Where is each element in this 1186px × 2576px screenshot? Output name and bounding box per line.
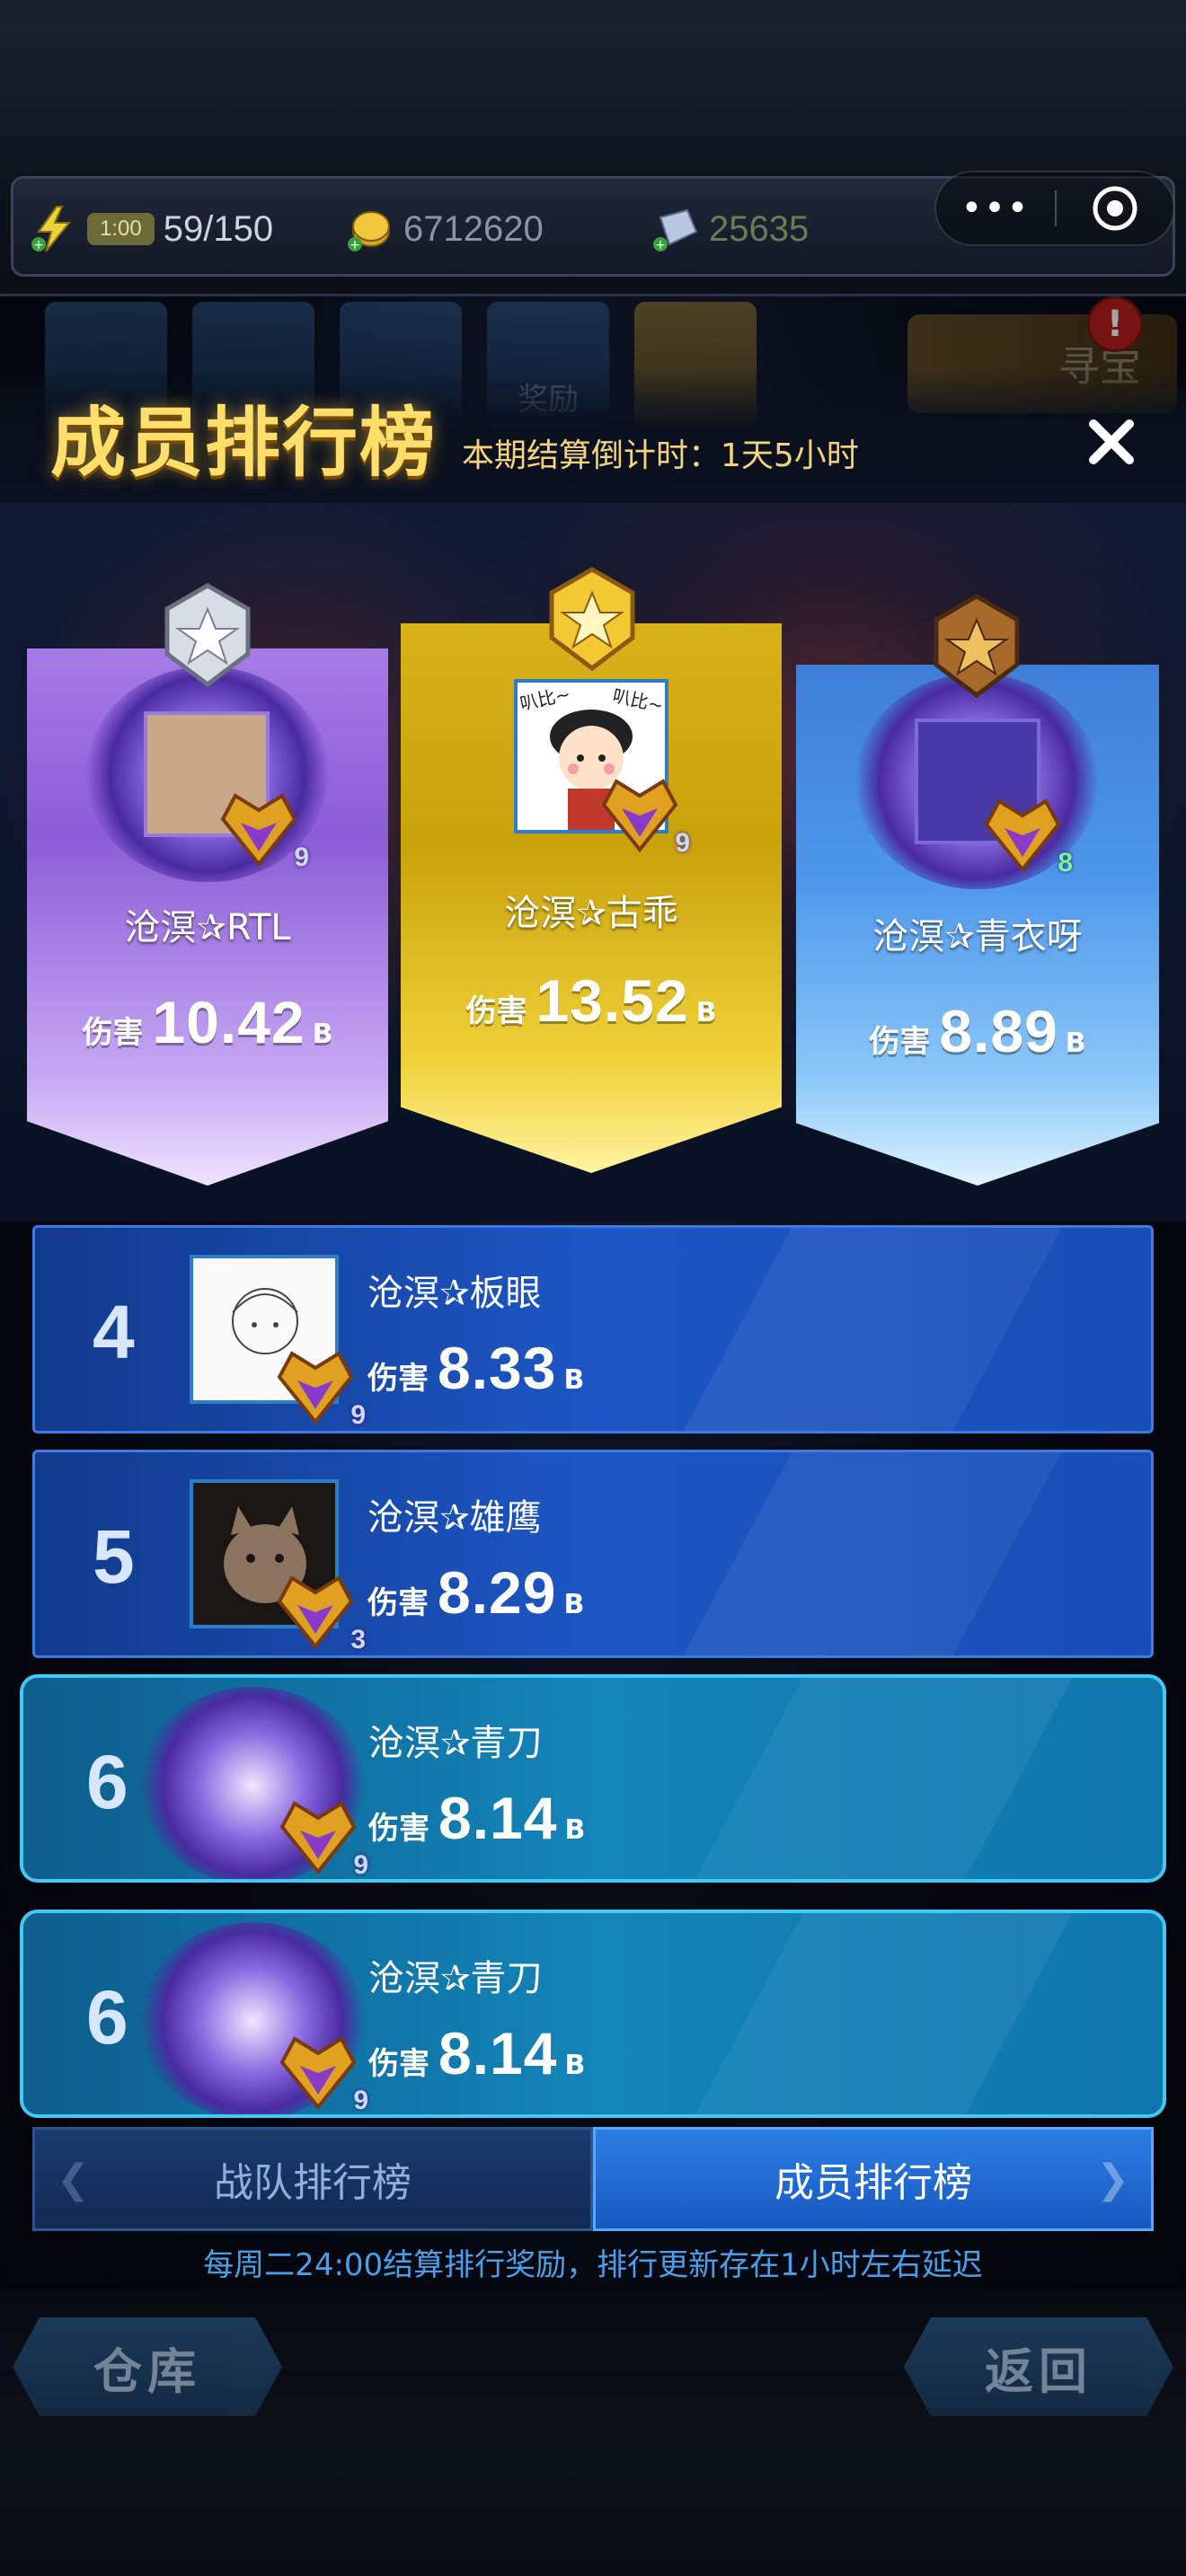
tab-team-ranking[interactable]: ❮ 战队排行榜 [32,2127,593,2231]
crystal-resource[interactable]: + 25635 [651,204,809,254]
damage-value: 伤害 13.52 B [401,966,782,1035]
row-highlight [683,1452,1062,1655]
damage-unit: B [563,1589,585,1620]
gold-coin-icon: + [348,211,390,252]
level-number: 9 [353,1850,368,1880]
svg-text:+: + [33,238,44,252]
gold-value: 6712620 [403,208,544,249]
chevron-left-icon: ❮ [57,2157,90,2202]
level-number: 3 [350,1625,366,1654]
player-name: 沧溟✰RTL [124,907,291,948]
player-name: 沧溟✰青刀 [368,1723,543,1764]
damage-label: 伤害 [869,1024,931,1060]
dialog-title: 成员排行榜 [50,399,438,487]
damage-unit: B [563,1364,585,1396]
energy-resource[interactable]: + 1:00 59/150 [30,204,273,254]
player-name: 沧溟✰青衣呀 [872,916,1083,957]
damage-value: 伤害 8.89 B [796,997,1159,1065]
tab-label: 成员排行榜 [774,2160,972,2206]
crystal-value: 25635 [709,208,810,249]
silver-crest-icon [164,583,251,688]
rank-number: 4 [93,1290,135,1374]
damage-number: 8.14 [438,2020,558,2086]
energy-value: 59/150 [163,208,274,249]
chevron-right-icon: ❯ [1096,2157,1129,2202]
gold-crest-icon [549,567,635,672]
settlement-countdown: 本期结算倒计时：1天5小时 [462,437,859,474]
level-number: 8 [1058,848,1073,878]
target-close-icon[interactable] [1057,185,1173,232]
damage-unit: B [564,1814,586,1846]
damage-number: 8.33 [438,1335,557,1401]
lightning-icon: + [31,206,72,252]
warehouse-button[interactable]: 仓库 [13,2317,282,2416]
ranking-row-4[interactable]: 4 9 沧溟✰板眼 伤害 8.33 B [32,1225,1154,1434]
crystal-icon: + [653,208,698,252]
damage-label: 伤害 [368,2046,429,2082]
level-number: 9 [675,828,690,858]
damage-number: 8.14 [438,1785,558,1851]
more-dots-icon[interactable]: ••• [936,188,1055,229]
damage-number: 10.42 [152,989,305,1055]
damage-number: 13.52 [535,967,689,1034]
damage-value: 伤害 8.33 B [367,1334,584,1402]
ranking-row-6[interactable]: 6 9 沧溟✰青刀 伤害 8.14 B [20,1674,1166,1883]
level-number: 9 [350,1400,366,1430]
player-name: 沧溟✰古乖 [504,893,678,934]
player-name: 沧溟✰板眼 [367,1273,542,1314]
svg-text:+: + [655,238,666,252]
bronze-crest-icon [934,594,1020,699]
player-name: 沧溟✰青刀 [368,1958,543,1999]
tab-label: 战队排行榜 [214,2160,412,2206]
row-highlight [695,1678,1073,1879]
svg-text:+: + [350,238,360,252]
damage-label: 伤害 [368,1811,429,1847]
damage-label: 伤害 [367,1361,429,1397]
back-button[interactable]: 返回 [904,2317,1173,2416]
row-highlight [683,1228,1062,1431]
gold-resource[interactable]: + 6712620 [346,204,544,254]
settlement-note: 每周二24:00结算排行奖励，排行更新存在1小时左右延迟 [203,2247,983,2283]
damage-unit: B [695,997,717,1028]
level-number: 9 [353,2086,368,2115]
ranking-row-self[interactable]: 6 9 沧溟✰青刀 伤害 8.14 B [20,1910,1166,2118]
rank-number: 5 [93,1514,135,1599]
podium-card-rank-1[interactable]: 叭比~ 叭比~ 9 沧溟✰古乖 伤害 13.52 B [401,623,782,1173]
damage-value: 伤害 10.42 B [27,988,388,1056]
damage-unit: B [564,2050,586,2081]
damage-number: 8.29 [438,1559,557,1626]
damage-label: 伤害 [367,1585,429,1621]
podium-card-rank-2[interactable]: 9 沧溟✰RTL 伤害 10.42 B [27,648,388,1186]
player-name: 沧溟✰雄鹰 [367,1497,542,1539]
damage-number: 8.89 [939,998,1058,1064]
ranking-row-5[interactable]: 5 3 沧溟✰雄鹰 伤害 8.29 B [32,1450,1154,1658]
damage-value: 伤害 8.14 B [368,1784,585,1852]
damage-value: 伤害 8.29 B [367,1558,584,1627]
row-highlight [695,1913,1073,2114]
level-number: 9 [294,842,309,872]
damage-value: 伤害 8.14 B [368,2019,585,2087]
damage-label: 伤害 [465,993,527,1029]
mini-program-capsule: ••• [934,171,1175,246]
close-icon[interactable] [1083,413,1140,471]
tab-member-ranking[interactable]: 成员排行榜 ❯ [593,2127,1154,2231]
damage-unit: B [1065,1028,1086,1059]
podium-card-rank-3[interactable]: 8 沧溟✰青衣呀 伤害 8.89 B [796,665,1159,1186]
ranking-tabs: ❮ 战队排行榜 成员排行榜 ❯ [32,2127,1154,2231]
damage-label: 伤害 [82,1015,144,1051]
damage-unit: B [312,1019,333,1050]
energy-timer: 1:00 [87,213,155,245]
